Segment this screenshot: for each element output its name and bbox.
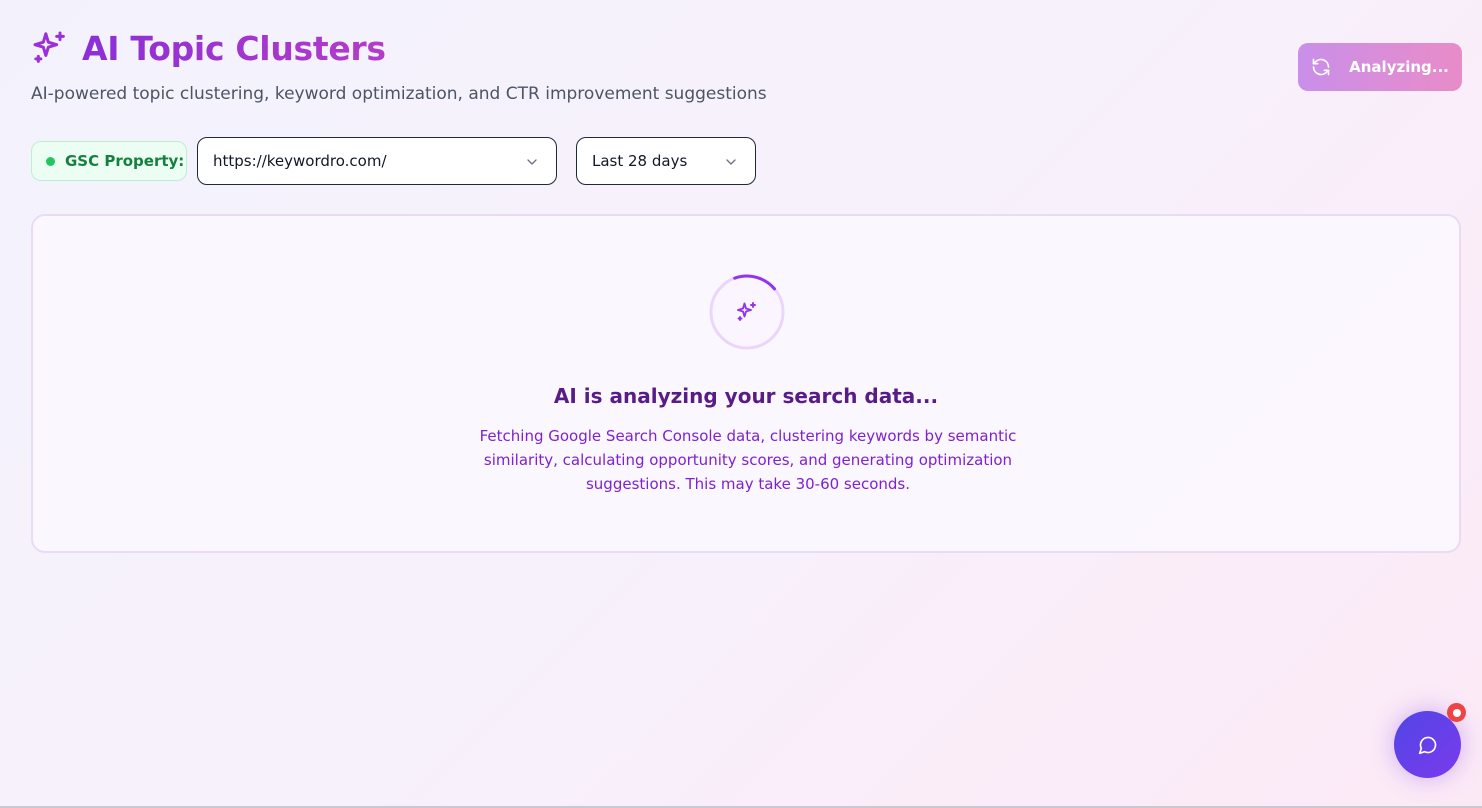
loading-heading: AI is analyzing your search data... bbox=[553, 384, 939, 408]
status-dot bbox=[46, 156, 55, 166]
property-select-value: https://keywordro.com/ bbox=[213, 152, 387, 170]
chevron-down-icon bbox=[524, 154, 540, 170]
page-subtitle: AI-powered topic clustering, keyword opt… bbox=[31, 84, 767, 104]
gsc-property-label: GSC Property: bbox=[65, 152, 185, 170]
refresh-icon bbox=[1311, 57, 1331, 77]
date-range-select[interactable]: Last 28 days bbox=[576, 137, 756, 185]
gsc-property-badge: GSC Property: bbox=[31, 141, 187, 181]
property-select[interactable]: https://keywordro.com/ bbox=[197, 137, 557, 185]
chat-bubble-icon bbox=[1418, 735, 1438, 755]
sparkles-icon bbox=[30, 28, 70, 68]
notification-badge bbox=[1447, 703, 1466, 722]
loading-spinner bbox=[709, 274, 785, 350]
analyze-button[interactable]: Analyzing... bbox=[1298, 43, 1462, 91]
page: AI Topic Clusters AI-powered topic clust… bbox=[0, 0, 1482, 806]
analyze-button-label: Analyzing... bbox=[1349, 58, 1449, 76]
loading-description: Fetching Google Search Console data, clu… bbox=[479, 427, 1017, 493]
date-range-value: Last 28 days bbox=[592, 152, 688, 170]
loading-card: AI is analyzing your search data... Fetc… bbox=[31, 214, 1461, 553]
page-header: AI Topic Clusters bbox=[30, 26, 386, 70]
chat-button[interactable] bbox=[1394, 711, 1461, 778]
chevron-down-icon bbox=[723, 154, 739, 170]
page-title: AI Topic Clusters bbox=[82, 28, 386, 68]
